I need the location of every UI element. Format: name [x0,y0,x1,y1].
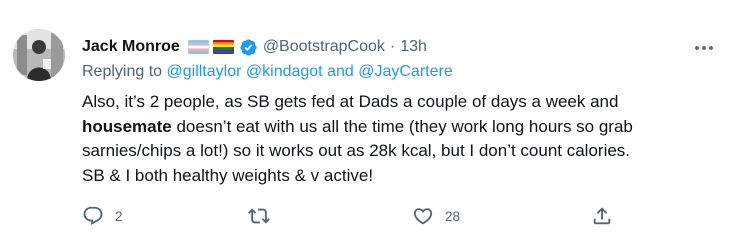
mention-link[interactable]: @kindagot [246,63,323,80]
tweet-text-line: SB & I both healthy weights & v active! [82,165,374,185]
retweet-icon [248,208,270,224]
reply-button[interactable]: 2 [82,204,123,228]
tweet-text-fragment: doesn’t eat with us all the time (they w… [171,116,633,136]
reply-icon [83,206,103,225]
author-name[interactable]: Jack Monroe [82,38,180,56]
avatar-photo [13,29,65,81]
tweet: Jack Monroe @BootstrapCook · 13h Replyin… [0,0,745,240]
mention-link[interactable]: @gilltaylor [167,63,242,80]
action-bar: 2 28 [0,204,745,228]
avatar[interactable] [13,29,65,81]
mention-link[interactable]: @JayCartere [358,63,453,80]
author-flags [187,40,238,54]
tweet-header: Jack Monroe @BootstrapCook · 13h [82,36,427,58]
tweet-text-line: Also, it’s 2 people, as SB gets fed at D… [82,92,619,111]
more-button[interactable] [690,38,718,58]
replying-to-prefix: Replying to [82,63,163,80]
separator-dot: · [389,38,396,55]
bold-word: housemate [82,116,172,136]
more-icon [695,46,713,50]
like-icon [413,208,433,225]
retweet-button[interactable] [248,204,281,228]
tweet-text: Also, it’s 2 people, as SB gets fed at D… [82,90,732,188]
author-handle[interactable]: @BootstrapCook [263,38,385,56]
verified-icon [240,38,257,56]
share-icon [593,207,611,225]
share-button[interactable] [591,204,613,228]
replying-to: Replying to @gilltaylor @kindagot and @J… [82,63,453,81]
like-button[interactable]: 28 [412,204,460,228]
transgender-flag-icon [187,40,209,54]
reply-count: 2 [115,208,123,224]
tweet-text-line: housemate doesn’t eat with us all the ti… [82,115,732,140]
mention-join-word[interactable]: and [327,63,354,80]
timestamp[interactable]: 13h [400,38,427,56]
like-count: 28 [445,208,461,224]
rainbow-flag-icon [212,40,234,54]
tweet-text-line: sarnies/chips a lot!) so it works out as… [82,141,631,160]
